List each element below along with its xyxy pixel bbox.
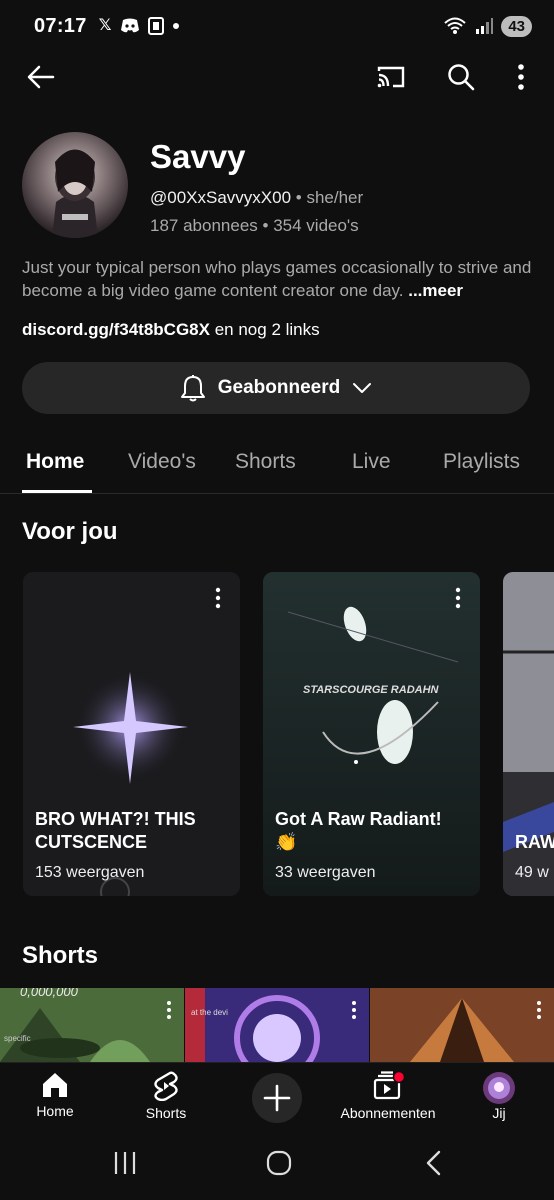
short-overlay-text: at the devi [191, 1008, 228, 1017]
discord-icon [120, 18, 140, 34]
short-thumbnail [185, 988, 369, 1062]
nav-subscriptions-label: Abonnementen [340, 1105, 436, 1121]
nav-shorts[interactable]: Shorts [111, 1071, 221, 1121]
video-views: 33 weergaven [275, 864, 376, 881]
system-back-icon[interactable] [424, 1150, 442, 1176]
short-overlay-text: specific [4, 1034, 31, 1043]
channel-pronouns: she/her [306, 188, 364, 207]
channel-avatar[interactable] [22, 132, 128, 238]
separator-dot: • [262, 216, 269, 235]
nav-home[interactable]: Home [0, 1071, 110, 1119]
video-title: Got A Raw Radiant! 👏 [275, 809, 442, 852]
system-navigation-bar [0, 1128, 554, 1200]
more-vert-icon[interactable] [166, 1000, 172, 1020]
more-vert-icon[interactable] [448, 586, 468, 610]
status-time: 07:17 [34, 14, 87, 37]
video-card[interactable]: RAW 49 w [503, 572, 554, 896]
search-icon[interactable] [438, 54, 484, 100]
subscribed-label: Geabonneerd [217, 377, 341, 398]
subscriber-count: 187 abonnees [150, 216, 258, 235]
short-overlay-text: 0,000,000 [20, 988, 78, 999]
channel-name: Savvy [150, 138, 246, 175]
nav-subscriptions[interactable]: Abonnementen [333, 1071, 443, 1121]
video-views: 153 weergaven [35, 864, 145, 881]
home-circle-icon[interactable] [266, 1150, 292, 1176]
more-vert-icon[interactable] [208, 586, 228, 610]
more-links[interactable]: en nog 2 links [215, 320, 320, 339]
nav-you[interactable]: Jij [444, 1071, 554, 1121]
chevron-down-icon [352, 382, 372, 394]
subscribed-button[interactable]: Geabonneerd [22, 362, 530, 414]
more-link[interactable]: ...meer [408, 281, 463, 300]
tab-live[interactable]: Live [352, 450, 391, 474]
nav-shorts-label: Shorts [145, 1105, 187, 1121]
channel-description[interactable]: Just your typical person who plays games… [22, 256, 532, 302]
separator-dot: • [295, 188, 302, 207]
nav-you-label: Jij [492, 1105, 506, 1121]
home-icon [40, 1071, 70, 1099]
battery-indicator: 43 [501, 15, 532, 37]
bottom-navigation: Home Shorts Abonnementen Jij [0, 1062, 554, 1128]
channel-tabs: Home Video's Shorts Live Playlists [0, 430, 554, 494]
channel-stats: 187 abonnees • 354 video's [150, 216, 359, 236]
tab-videos[interactable]: Video's [128, 450, 196, 474]
wifi-icon [443, 16, 467, 36]
app-icon [147, 17, 164, 35]
more-vert-icon[interactable] [536, 1000, 542, 1020]
create-plus-icon [252, 1073, 302, 1123]
cast-icon[interactable] [368, 54, 414, 100]
video-card[interactable]: STARSCOURGE RADAHN Got A Raw Radiant! 👏 … [263, 572, 480, 896]
bell-icon [180, 374, 206, 402]
short-item[interactable]: at the devi [185, 988, 369, 1062]
video-title: RAW [515, 832, 554, 852]
short-item[interactable] [370, 988, 554, 1062]
for-you-title: Voor jou [22, 518, 118, 545]
video-count: 354 video's [273, 216, 359, 235]
dot-icon [172, 22, 180, 30]
more-vert-icon[interactable] [498, 54, 544, 100]
channel-links[interactable]: discord.gg/f34t8bCG8X en nog 2 links [22, 320, 320, 340]
tab-playlists[interactable]: Playlists [443, 450, 520, 474]
short-thumbnail [370, 988, 554, 1062]
subscriptions-icon [371, 1071, 405, 1101]
avatar-icon [482, 1071, 516, 1105]
channel-handle-row: @00XxSavvyxX00 • she/her [150, 188, 363, 208]
back-arrow-icon[interactable] [18, 54, 64, 100]
shorts-icon [153, 1071, 179, 1101]
tab-shorts[interactable]: Shorts [235, 450, 296, 474]
more-vert-icon[interactable] [351, 1000, 357, 1020]
notification-icons: 𝕏 [99, 17, 180, 35]
recent-apps-icon[interactable] [113, 1150, 137, 1176]
channel-handle: @00XxSavvyxX00 [150, 188, 292, 207]
short-item[interactable]: 0,000,000 specific [0, 988, 184, 1062]
status-bar: 07:17 𝕏 43 [0, 0, 554, 52]
active-tab-indicator [22, 490, 92, 493]
nav-create[interactable] [222, 1073, 332, 1123]
short-thumbnail [0, 988, 184, 1062]
x-logo-icon: 𝕏 [98, 17, 112, 34]
shorts-section-title: Shorts [22, 942, 99, 969]
nav-home-label: Home [36, 1103, 74, 1119]
video-card[interactable]: BRO WHAT?! THIS CUTSCENCE 153 weergaven [23, 572, 240, 896]
discord-link[interactable]: discord.gg/f34t8bCG8X [22, 320, 210, 339]
signal-icon [475, 17, 494, 35]
thumbnail-overlay-text: STARSCOURGE RADAHN [303, 684, 439, 696]
tab-home[interactable]: Home [26, 450, 84, 474]
channel-header: Savvy @00XxSavvyxX00 • she/her 187 abonn… [22, 132, 542, 242]
video-views: 49 w [515, 864, 549, 881]
shorts-row: 0,000,000 specific at the devi [0, 988, 554, 1062]
app-bar [0, 54, 554, 100]
video-title: BRO WHAT?! THIS CUTSCENCE [35, 809, 196, 852]
